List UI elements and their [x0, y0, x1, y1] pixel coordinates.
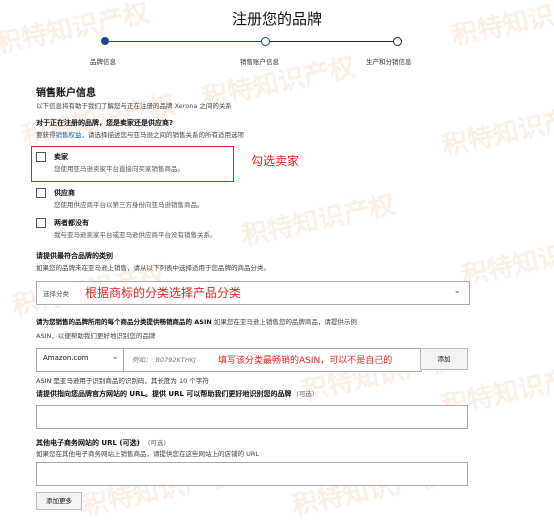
category-placeholder: 选择分类	[43, 290, 69, 298]
add-asin-button[interactable]: 添加	[420, 348, 468, 370]
website-label-text: 请提供指向您品牌官方网站的 URL。提供 URL 可以帮助我们更好地识别您的品牌	[36, 390, 292, 398]
step-2-label: 销售账户信息	[240, 58, 279, 66]
neither-option-desc: 我与亚马逊卖家平台或亚马逊供应商平台没有销售关系。	[54, 231, 217, 239]
other-sites-label-text: 其他电子商务网站的 URL (可选)	[36, 439, 140, 447]
asin-label: 请为您销售的品牌所用的每个商品分类提供畅销商品的 ASIN 如果您在亚马逊上销售…	[36, 316, 476, 326]
asin-label-bold: 请为您销售的品牌所用的每个商品分类提供畅销商品的 ASIN	[36, 318, 212, 326]
progress-stepper: 品牌信息 销售账户信息 生产和分销信息	[0, 30, 554, 70]
step-2-dot	[261, 37, 270, 46]
relation-hint-suffix: ，请选择描述您与亚马逊之间的销售关系的所有适用选项	[81, 131, 245, 139]
vendor-option-title[interactable]: 供应商	[54, 188, 75, 198]
asin-example-value: B0792KTHKJ	[155, 356, 196, 364]
other-sites-optional: (可选)	[147, 439, 166, 447]
vendor-option-desc: 您使用供应商平台以第三方身份向亚马逊销售商品。	[54, 201, 204, 209]
marketplace-value: Amazon.com	[43, 354, 89, 362]
add-more-button[interactable]: 添加更多	[36, 492, 82, 510]
watermark: 积特知识产权	[239, 190, 398, 252]
relation-hint: 要获得销售权益，请选择描述您与亚马逊之间的销售关系的所有适用选项	[36, 129, 244, 139]
seller-option-title[interactable]: 卖家	[54, 152, 68, 162]
step-3-label: 生产和分销信息	[366, 58, 412, 66]
section-title: 销售账户信息	[36, 88, 96, 99]
stepper-line-pending	[265, 41, 397, 42]
asin-label-rest: 如果您在亚马逊上销售您的品牌商品，请提供示例	[211, 318, 357, 326]
relation-question: 对于正在注册的品牌，您是卖家还是供应商?	[36, 119, 174, 127]
other-sites-label: 其他电子商务网站的 URL (可选) (可选)	[36, 437, 166, 448]
seller-option-desc: 您使用亚马逊卖家平台直接向买家销售商品。	[54, 165, 184, 173]
website-url-input[interactable]	[36, 405, 468, 429]
watermark: 积特知识产权	[439, 100, 554, 162]
neither-option-title[interactable]: 两者都没有	[54, 218, 89, 228]
other-sites-hint: 如果您在其他电子商务网站上销售商品，请提供您在这些网站上的店铺的 URL	[36, 450, 259, 458]
other-sites-url-input[interactable]	[36, 462, 468, 486]
step-1-dot	[101, 37, 109, 45]
step-1-label: 品牌信息	[90, 58, 116, 66]
asin-placeholder: 例如： B0792KTHKJ	[132, 354, 196, 364]
neither-checkbox[interactable]	[36, 218, 46, 228]
asin-annotation: 填写该分类最畅销的ASIN，可以不是自己的	[218, 356, 393, 366]
relation-hint-prefix: 要获得	[36, 131, 56, 139]
category-annotation: 根据商标的分类选择产品分类	[85, 286, 242, 300]
asin-example-prefix: 例如：	[132, 356, 152, 364]
chevron-down-icon: ⌄	[453, 286, 461, 296]
step-3-dot	[393, 37, 402, 46]
asin-input[interactable]: 例如： B0792KTHKJ 填写该分类最畅销的ASIN，可以不是自己的	[123, 348, 422, 372]
sales-benefits-link[interactable]: 销售权益	[56, 131, 82, 139]
stepper-line-complete	[105, 41, 265, 42]
vendor-checkbox[interactable]	[36, 188, 46, 198]
website-optional: (可选)	[296, 390, 315, 398]
asin-label-line2: ASIN，以便帮助我们更好地识别您的品牌	[36, 332, 156, 340]
seller-checkbox[interactable]	[36, 152, 46, 162]
category-label: 请提供最符合品牌的类别	[36, 252, 113, 260]
category-select[interactable]: 选择分类 根据商标的分类选择产品分类 ⌄	[36, 281, 470, 305]
chevron-down-icon: ⌄	[111, 352, 119, 362]
website-label: 请提供指向您品牌官方网站的 URL。提供 URL 可以帮助我们更好地识别您的品牌…	[36, 388, 314, 399]
seller-annotation: 勾选卖家	[251, 154, 300, 168]
watermark: 积特知识产权	[459, 230, 554, 292]
section-subtitle: 以下信息将有助于我们了解您与正在注册的品牌 Xerona 之间的关系	[36, 102, 232, 110]
category-hint: 如果您的品牌未在亚马逊上销售，请从以下列表中选择适用于您品牌的商品分类。	[36, 264, 270, 272]
marketplace-select[interactable]: Amazon.com ⌄	[36, 348, 126, 372]
page-title: 注册您的品牌	[231, 10, 322, 28]
asin-note: ASIN 是亚马逊用于识别商品的识别码，其长度为 10 个字符	[36, 377, 209, 385]
